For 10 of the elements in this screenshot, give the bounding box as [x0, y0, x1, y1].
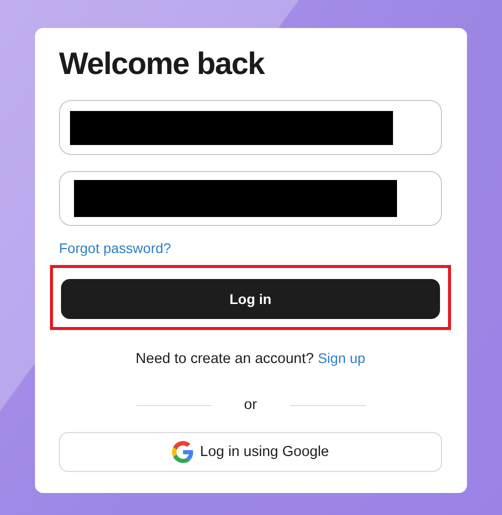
forgot-password-link[interactable]: Forgot password? — [59, 240, 172, 256]
google-login-button[interactable]: Log in using Google — [59, 432, 442, 472]
input-field[interactable] — [59, 171, 442, 226]
login-button[interactable]: Log in — [61, 279, 440, 319]
signup-prompt: Need to create an account? Sign up — [134, 349, 366, 369]
page-title: Welcome back — [59, 46, 266, 82]
input-field[interactable] — [59, 100, 442, 155]
sign-up-link[interactable]: Sign up — [318, 350, 366, 366]
google-g-icon — [172, 441, 194, 463]
separator-text: or — [243, 397, 258, 413]
